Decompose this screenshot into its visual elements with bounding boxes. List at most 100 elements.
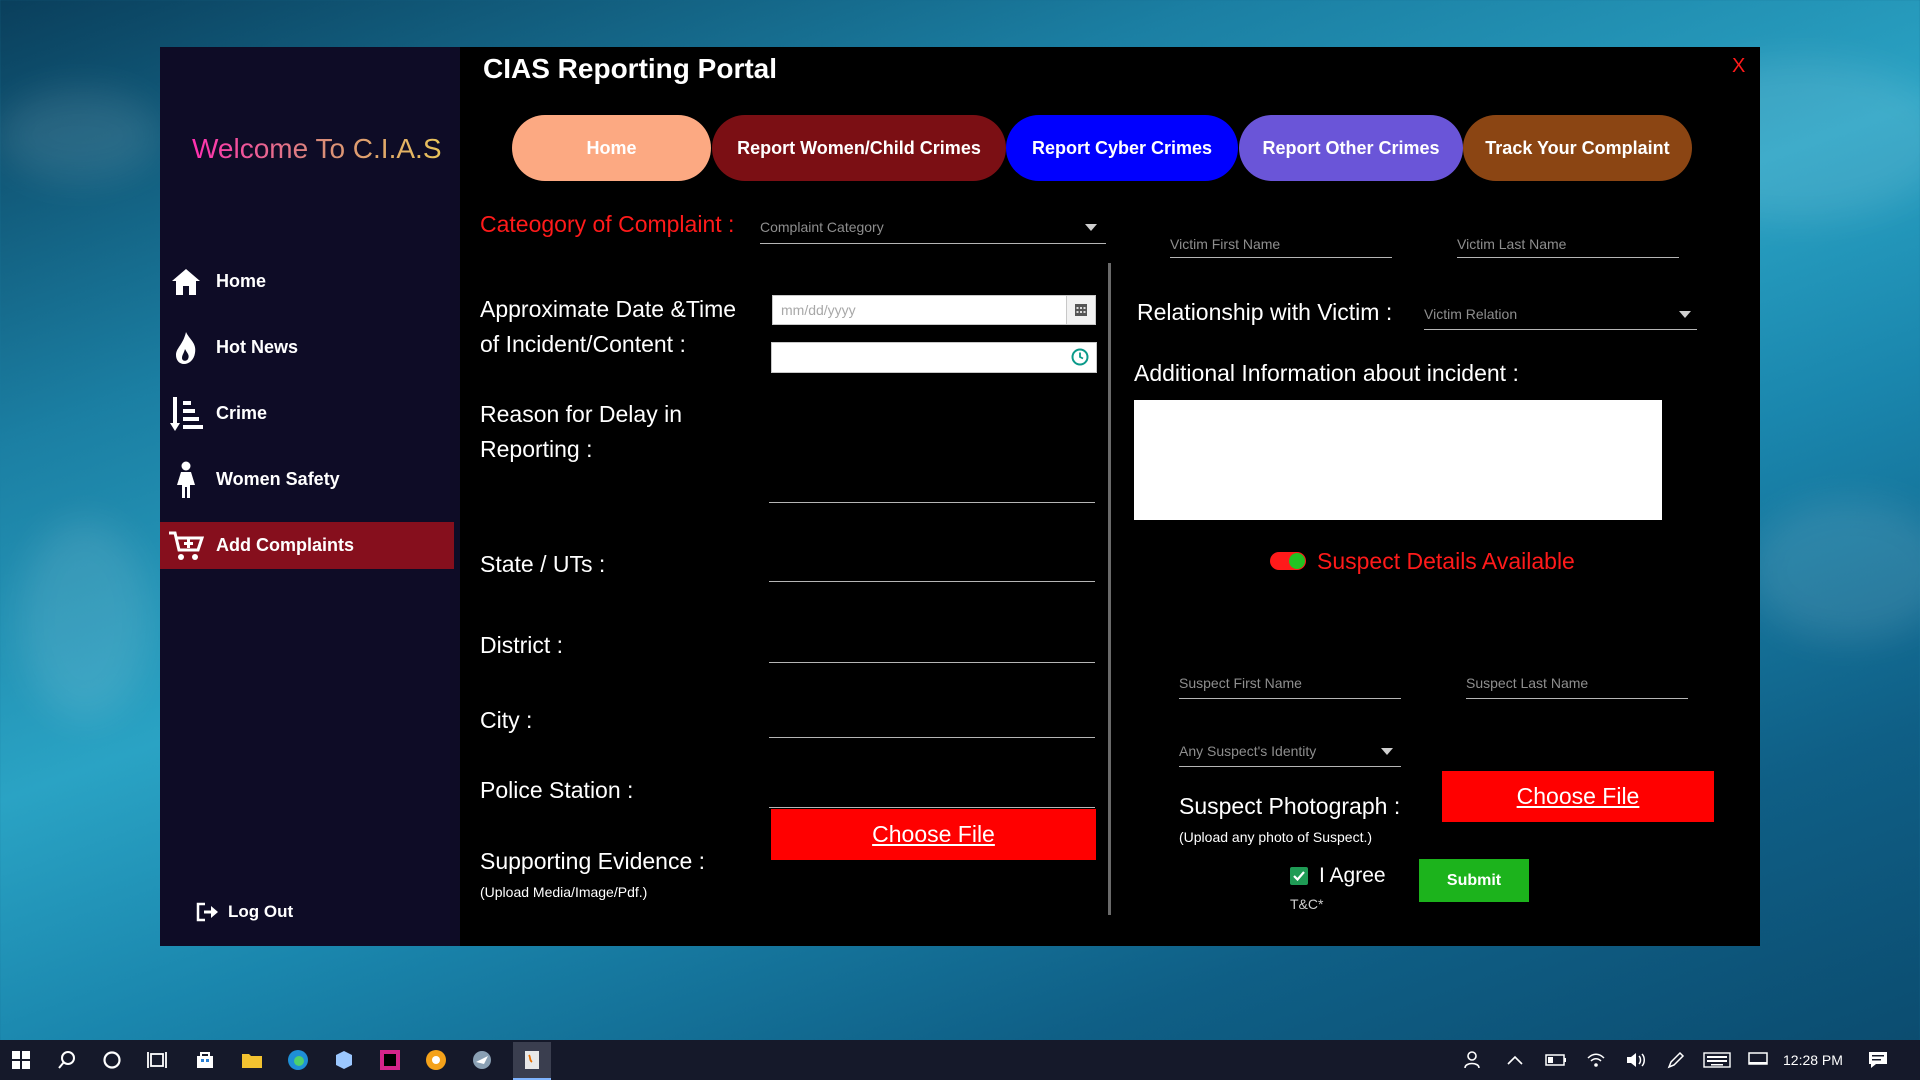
evidence-sub: (Upload Media/Image/Pdf.) bbox=[480, 884, 648, 900]
chrome-canary-icon[interactable] bbox=[424, 1048, 448, 1072]
tab-report-other-crimes[interactable]: Report Other Crimes bbox=[1239, 115, 1463, 181]
sidebar-item-hot-news[interactable]: Hot News bbox=[160, 324, 454, 371]
sidebar: Welcome To C.I.A.S Home Hot News Crime W… bbox=[160, 47, 460, 946]
relationship-dropdown[interactable]: Victim Relation bbox=[1424, 296, 1697, 330]
clock-icon[interactable] bbox=[1071, 348, 1089, 371]
chevron-down-icon bbox=[1085, 224, 1097, 231]
date-placeholder: mm/dd/yyyy bbox=[781, 302, 856, 318]
suspect-identity-placeholder: Any Suspect's Identity bbox=[1179, 743, 1317, 759]
flame-icon bbox=[168, 330, 204, 366]
agree-checkbox[interactable] bbox=[1290, 867, 1308, 885]
sort-list-icon bbox=[168, 396, 204, 432]
toggle-knob bbox=[1289, 553, 1305, 569]
wifi-icon[interactable] bbox=[1584, 1048, 1608, 1072]
category-dropdown[interactable]: Complaint Category bbox=[760, 210, 1106, 244]
chevron-down-icon bbox=[1679, 311, 1691, 318]
city-label: City : bbox=[480, 707, 533, 733]
relationship-placeholder: Victim Relation bbox=[1424, 306, 1518, 322]
suspect-identity-dropdown[interactable]: Any Suspect's Identity bbox=[1179, 733, 1401, 767]
logout-button[interactable]: Log Out bbox=[196, 901, 293, 923]
taskbar: 12:28 PM bbox=[0, 1040, 1920, 1080]
victim-first-name-placeholder: Victim First Name bbox=[1170, 236, 1281, 252]
sidebar-item-label: Crime bbox=[216, 403, 268, 423]
task-view-icon[interactable] bbox=[145, 1048, 169, 1072]
district-input[interactable] bbox=[769, 629, 1095, 663]
sidebar-item-label: Home bbox=[216, 271, 267, 291]
close-button[interactable]: X bbox=[1732, 55, 1745, 78]
date-input[interactable]: mm/dd/yyyy bbox=[772, 295, 1096, 325]
datetime-label-line1: Approximate Date &Time bbox=[480, 296, 737, 322]
file-explorer-icon[interactable] bbox=[240, 1048, 264, 1072]
city-input[interactable] bbox=[769, 704, 1095, 738]
sidebar-item-crime[interactable]: Crime bbox=[160, 390, 454, 437]
windows-start-icon[interactable] bbox=[9, 1048, 33, 1072]
evidence-choose-file-button[interactable]: Choose File bbox=[771, 809, 1096, 860]
app-title: CIAS Reporting Portal bbox=[483, 53, 778, 84]
victim-last-name-placeholder: Victim Last Name bbox=[1457, 236, 1567, 252]
notification-icon[interactable] bbox=[1866, 1048, 1890, 1072]
suspect-first-name-input[interactable]: Suspect First Name bbox=[1179, 665, 1401, 699]
tab-track-your-complaint[interactable]: Track Your Complaint bbox=[1463, 115, 1692, 181]
state-input[interactable] bbox=[769, 548, 1095, 582]
app-bird-icon[interactable] bbox=[470, 1048, 494, 1072]
sidebar-item-add-complaints[interactable]: Add Complaints bbox=[160, 522, 454, 569]
woman-icon bbox=[168, 461, 204, 498]
category-label: Cateogory of Complaint : bbox=[480, 211, 735, 237]
store-icon[interactable] bbox=[193, 1048, 217, 1072]
suspect-last-name-input[interactable]: Suspect Last Name bbox=[1466, 665, 1688, 699]
additional-info-textarea[interactable] bbox=[1134, 400, 1662, 520]
tc-label[interactable]: T&C* bbox=[1290, 896, 1323, 912]
jetbrains-icon[interactable] bbox=[378, 1048, 402, 1072]
java-app-icon[interactable] bbox=[513, 1042, 551, 1080]
keyboard-icon[interactable] bbox=[1702, 1048, 1732, 1072]
sidebar-item-label: Add Complaints bbox=[216, 535, 354, 555]
suspect-toggle-label: Suspect Details Available bbox=[1317, 548, 1575, 574]
agree-label: I Agree bbox=[1319, 864, 1386, 887]
victim-last-name-input[interactable]: Victim Last Name bbox=[1457, 224, 1679, 258]
victim-first-name-input[interactable]: Victim First Name bbox=[1170, 224, 1392, 258]
chevron-up-icon[interactable] bbox=[1503, 1048, 1527, 1072]
additional-info-label: Additional Information about incident : bbox=[1134, 360, 1519, 386]
sidebar-item-label: Women Safety bbox=[216, 469, 340, 489]
suspect-last-name-placeholder: Suspect Last Name bbox=[1466, 675, 1589, 691]
evidence-label: Supporting Evidence : bbox=[480, 848, 706, 874]
home-icon bbox=[168, 264, 204, 300]
delay-input[interactable] bbox=[769, 469, 1095, 503]
tab-report-women-child-crimes[interactable]: Report Women/Child Crimes bbox=[712, 115, 1006, 181]
tab-report-cyber-crimes[interactable]: Report Cyber Crimes bbox=[1006, 115, 1238, 181]
volume-icon[interactable] bbox=[1624, 1048, 1648, 1072]
suspect-photo-label: Suspect Photograph : bbox=[1179, 793, 1401, 819]
display-icon[interactable] bbox=[1746, 1048, 1770, 1072]
cortana-icon[interactable] bbox=[100, 1048, 124, 1072]
search-icon[interactable] bbox=[55, 1048, 79, 1072]
tab-home[interactable]: Home bbox=[512, 115, 711, 181]
delay-label-line2: Reporting : bbox=[480, 436, 593, 462]
police-station-input[interactable] bbox=[769, 774, 1095, 808]
relationship-label: Relationship with Victim : bbox=[1137, 299, 1393, 325]
suspect-photo-sub: (Upload any photo of Suspect.) bbox=[1179, 829, 1373, 845]
sidebar-item-women-safety[interactable]: Women Safety bbox=[160, 456, 454, 503]
district-label: District : bbox=[480, 632, 564, 658]
submit-button[interactable]: Submit bbox=[1419, 859, 1529, 902]
chevron-down-icon bbox=[1381, 748, 1393, 755]
taskbar-clock[interactable]: 12:28 PM bbox=[1783, 1052, 1843, 1068]
welcome-text: Welcome To C.I.A.S bbox=[192, 133, 442, 164]
suspect-choose-file-button[interactable]: Choose File bbox=[1442, 771, 1714, 822]
sidebar-item-label: Hot News bbox=[216, 337, 299, 357]
check-icon bbox=[1293, 871, 1305, 882]
battery-icon[interactable] bbox=[1544, 1048, 1568, 1072]
sidebar-item-home[interactable]: Home bbox=[160, 258, 454, 305]
app-window: Welcome To C.I.A.S Home Hot News Crime W… bbox=[160, 47, 1760, 946]
suspect-details-toggle[interactable] bbox=[1270, 552, 1306, 570]
people-icon[interactable] bbox=[1460, 1048, 1484, 1072]
time-input[interactable] bbox=[771, 342, 1097, 373]
app-cube-icon[interactable] bbox=[332, 1048, 356, 1072]
logout-icon bbox=[196, 901, 222, 923]
calendar-icon[interactable] bbox=[1066, 296, 1095, 324]
edge-icon[interactable] bbox=[286, 1048, 310, 1072]
pen-icon[interactable] bbox=[1664, 1048, 1688, 1072]
cart-plus-icon bbox=[168, 528, 204, 564]
column-divider bbox=[1108, 263, 1111, 915]
logout-label: Log Out bbox=[228, 902, 294, 921]
suspect-first-name-placeholder: Suspect First Name bbox=[1179, 675, 1302, 691]
